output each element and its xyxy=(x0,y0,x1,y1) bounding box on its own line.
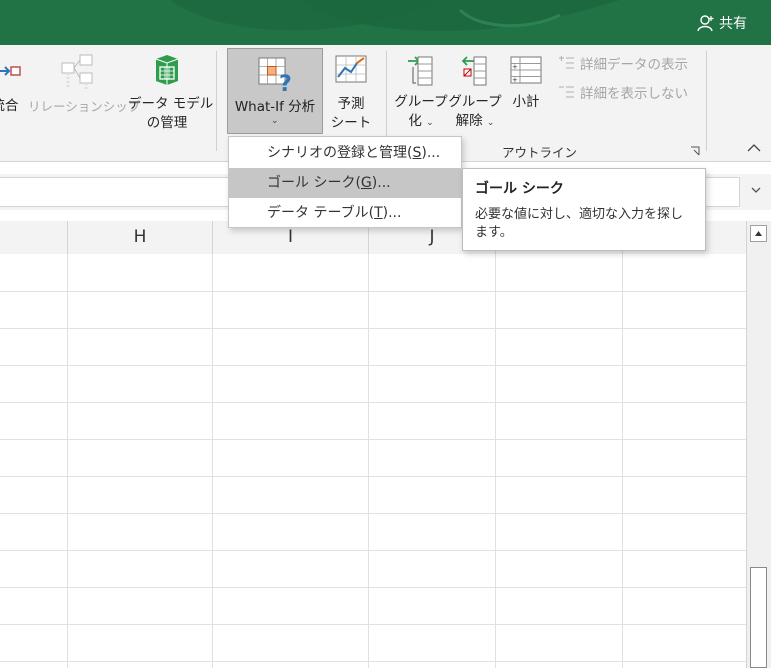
ungroup-button[interactable]: グループ 解除 ⌄ xyxy=(448,53,502,133)
relationships-label: リレーションシップ xyxy=(28,99,141,114)
data-model-label-2: の管理 xyxy=(146,115,188,131)
share-label: 共有 xyxy=(719,16,747,32)
grid-line xyxy=(0,476,746,477)
show-detail-icon xyxy=(559,56,574,69)
grid-line xyxy=(0,624,746,625)
grid-line xyxy=(622,254,623,668)
ribbon-separator xyxy=(216,51,217,151)
scroll-up-button[interactable] xyxy=(750,225,767,242)
hide-detail-icon xyxy=(559,86,574,98)
ungroup-icon xyxy=(461,56,487,86)
scroll-up-icon xyxy=(755,231,762,236)
whatif-label: What-If 分析 xyxy=(234,99,316,115)
menu-item-goal-seek[interactable]: ゴール シーク(G)... xyxy=(229,168,461,198)
group-label-2: 化 ⌄ xyxy=(408,113,434,129)
grid-line xyxy=(0,328,746,329)
data-model-icon xyxy=(155,55,179,85)
ungroup-label-1: グループ xyxy=(448,94,502,110)
forecast-icon xyxy=(335,55,367,83)
svg-text:+: + xyxy=(512,63,518,71)
forecast-label-2: シート xyxy=(330,115,372,131)
title-bar: 共有 xyxy=(0,0,771,45)
title-bar-pattern xyxy=(170,0,620,31)
forecast-sheet-button[interactable]: 予測 シート xyxy=(326,53,376,133)
svg-text:?: ? xyxy=(279,72,292,93)
grid-line xyxy=(212,254,213,668)
menu-item-scenario-manager[interactable]: シナリオの登録と管理(S)... xyxy=(229,138,461,168)
hide-detail-label: 詳細を表示しない xyxy=(580,86,688,102)
grid-line xyxy=(495,254,496,668)
grid-line xyxy=(0,661,746,662)
share-button[interactable]: 共有 xyxy=(697,12,747,34)
whatif-chevron-icon: ⌄ xyxy=(271,116,279,126)
show-detail-label: 詳細データの表示 xyxy=(580,57,688,73)
group-button[interactable]: グループ 化 ⌄ xyxy=(394,53,448,133)
ribbon-separator xyxy=(706,51,707,151)
subtotal-icon: + + xyxy=(510,56,542,84)
dialog-launcher-icon[interactable] xyxy=(690,146,700,156)
consolidate-button[interactable]: 統合 xyxy=(0,59,22,116)
whatif-dropdown-menu: シナリオの登録と管理(S)... ゴール シーク(G)... データ テーブル(… xyxy=(228,136,462,228)
grid-line xyxy=(67,254,68,668)
grid-line xyxy=(0,439,746,440)
column-header-h[interactable]: H xyxy=(67,221,212,254)
grid-line xyxy=(0,587,746,588)
grid-line xyxy=(0,513,746,514)
collapse-ribbon-icon[interactable] xyxy=(747,143,761,153)
grid-line xyxy=(0,550,746,551)
data-model-label-1: データ モデル xyxy=(128,96,214,112)
outline-group-label: アウトライン xyxy=(502,145,578,160)
vertical-scrollbar[interactable] xyxy=(746,221,771,668)
ungroup-label-2: 解除 ⌄ xyxy=(455,113,495,129)
group-label-1: グループ xyxy=(394,94,448,110)
whatif-analysis-button[interactable]: ? What-If 分析 ⌄ xyxy=(227,48,323,134)
subtotal-button[interactable]: + + 小計 xyxy=(504,53,548,112)
group-icon xyxy=(408,56,433,86)
consolidate-label: 統合 xyxy=(0,98,19,114)
cell-grid[interactable] xyxy=(0,254,746,668)
grid-line xyxy=(0,365,746,366)
hide-detail-button[interactable]: 詳細を表示しない xyxy=(558,82,688,102)
whatif-icon: ? xyxy=(258,57,292,93)
goal-seek-tooltip: ゴール シーク 必要な値に対し、適切な入力を探します。 xyxy=(462,168,706,251)
tooltip-body: 必要な値に対し、適切な入力を探します。 xyxy=(475,207,684,240)
relationships-button[interactable]: リレーションシップ xyxy=(28,51,141,116)
expand-formula-bar-icon[interactable] xyxy=(751,186,761,194)
show-detail-button[interactable]: 詳細データの表示 xyxy=(558,53,688,73)
scroll-thumb[interactable] xyxy=(750,567,767,668)
grid-line xyxy=(0,402,746,403)
menu-item-data-table[interactable]: データ テーブル(T)... xyxy=(229,198,461,228)
grid-line xyxy=(0,291,746,292)
svg-text:+: + xyxy=(512,76,518,84)
relationships-icon xyxy=(61,54,93,89)
column-header[interactable] xyxy=(0,221,67,254)
subtotal-label: 小計 xyxy=(512,94,540,110)
forecast-label-1: 予測 xyxy=(337,96,365,112)
grid-line xyxy=(368,254,369,668)
person-icon xyxy=(697,15,714,32)
tooltip-title: ゴール シーク xyxy=(475,181,564,197)
consolidate-icon xyxy=(0,66,21,76)
manage-data-model-button[interactable]: データ モデル の管理 xyxy=(128,53,214,133)
